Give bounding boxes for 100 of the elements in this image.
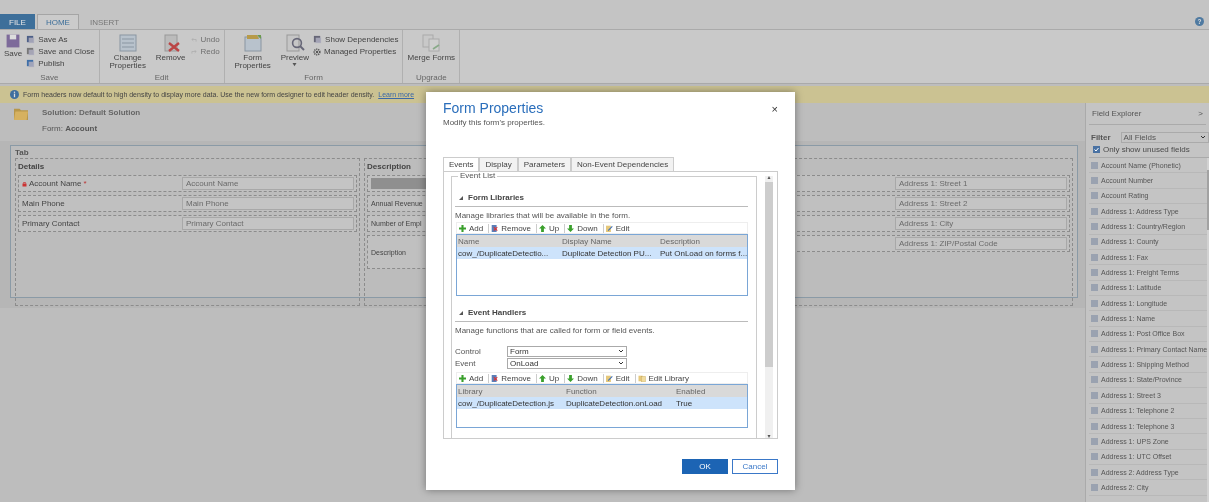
- table-cell-text: cow_/DuplicateDetectio...: [458, 248, 550, 258]
- filter-label: Filter: [1091, 133, 1111, 142]
- section-description: Manage libraries that will be available in the form.: [455, 211, 632, 220]
- form-name: Form: Account: [42, 124, 99, 133]
- ribbon-button[interactable]: Managed Properties: [313, 46, 399, 57]
- toolbar-button[interactable]: Remove: [489, 223, 538, 233]
- form-field-row[interactable]: Primary Contact Primary Contact: [18, 215, 357, 232]
- ribbon-button[interactable]: Change Properties: [103, 32, 152, 73]
- ribbon-button[interactable]: Save: [4, 32, 23, 73]
- toolbar-button[interactable]: Add: [457, 223, 490, 233]
- ribbon-button[interactable]: Merge Forms: [407, 32, 456, 73]
- ok-button[interactable]: OK: [682, 459, 728, 474]
- table-cell: Put OnLoad on forms f...: [660, 248, 748, 258]
- down-arrow-icon: [567, 374, 575, 382]
- form-field-row[interactable]: Main Phone Main Phone: [18, 195, 357, 212]
- column-header: Name: [458, 236, 481, 246]
- section-title: Form Libraries: [468, 193, 524, 202]
- cancel-button[interactable]: Cancel: [732, 459, 778, 474]
- group-label: Upgrade: [414, 73, 448, 83]
- dialog-title: Form Properties: [443, 100, 544, 116]
- group-label: Form: [303, 73, 324, 83]
- input-field[interactable]: Address 1: City: [895, 217, 1067, 230]
- remove-icon: [491, 374, 499, 382]
- control-dropdown[interactable]: Form: [507, 345, 627, 357]
- ribbon-button[interactable]: Save and Close: [26, 46, 95, 57]
- group-label: Save: [39, 73, 60, 83]
- toolbar-button[interactable]: Edit: [603, 373, 636, 383]
- section-description: Manage functions that are called for form or field events.: [455, 326, 656, 335]
- solution-name: Solution: Default Solution: [42, 108, 141, 117]
- ribbon-button[interactable]: Form Properties: [228, 32, 277, 73]
- field-label: Main Phone: [22, 199, 65, 208]
- collapse-button[interactable]: >: [1198, 109, 1203, 118]
- field-label: Event: [455, 358, 477, 368]
- toolbar-button[interactable]: Up: [537, 373, 566, 383]
- column-header: Library: [458, 386, 484, 396]
- up-arrow-icon: [539, 374, 547, 382]
- toolbar-button[interactable]: Remove: [489, 373, 538, 383]
- table-cell-text: DuplicateDetection.onLoad: [566, 398, 664, 408]
- form-icon: [117, 33, 138, 53]
- info-icon: [10, 90, 19, 99]
- panel-title: Field Explorer: [1092, 109, 1142, 118]
- plus-icon: [459, 374, 466, 382]
- edit-icon: [605, 374, 613, 382]
- toolbar-button[interactable]: Down: [565, 373, 604, 383]
- lock-icon: [22, 180, 27, 187]
- chevron-down-icon: [1200, 135, 1206, 140]
- gear-icon: [313, 47, 322, 56]
- group-label: Edit: [153, 73, 170, 83]
- ribbon-button[interactable]: Save As: [26, 34, 95, 45]
- scroll-down-icon: [767, 435, 772, 438]
- toolbar-button[interactable]: Add: [457, 373, 490, 383]
- folder-icon: [12, 106, 30, 120]
- ribbon-button[interactable]: Preview: [280, 32, 310, 73]
- field-label: Control: [455, 346, 482, 356]
- up-arrow-icon: [539, 224, 547, 232]
- redo-icon: [189, 48, 198, 55]
- ribbon-tab[interactable]: HOME: [36, 14, 79, 29]
- input-field[interactable]: Primary Contact: [182, 217, 354, 230]
- column-header: Display Name: [562, 236, 613, 246]
- check-icon: [1094, 147, 1099, 152]
- fieldset-legend: Event List: [458, 172, 498, 180]
- section-title: Event Handlers: [468, 308, 527, 317]
- checkbox[interactable]: [1093, 146, 1100, 153]
- table-cell-text: True: [676, 398, 694, 408]
- field-label: Primary Contact: [22, 219, 80, 228]
- toolbar-button[interactable]: Edit Library: [635, 373, 694, 383]
- input-field[interactable]: Address 1: Street 2: [895, 197, 1067, 210]
- column-header: Enabled: [676, 386, 707, 396]
- input-field[interactable]: Address 1: ZIP/Postal Code: [895, 237, 1067, 250]
- grid-row[interactable]: cow_/DuplicateDetectio... Duplicate Detection PU... Put OnLoad on forms f...: [457, 247, 748, 259]
- close-button[interactable]: ×: [771, 103, 778, 115]
- ribbon-button[interactable]: Remove: [155, 32, 186, 73]
- merge-forms-icon: [421, 33, 442, 53]
- field-icon: [1091, 177, 1098, 184]
- library-icon: [637, 374, 646, 382]
- toolbar-button[interactable]: Down: [565, 223, 604, 233]
- event-dropdown[interactable]: OnLoad: [507, 357, 627, 369]
- checkbox-label: Only show unused fields: [1103, 145, 1190, 154]
- form-field-row[interactable]: Account Name * Account Name: [18, 175, 357, 192]
- input-field[interactable]: Address 1: Street 1: [895, 177, 1067, 190]
- section-title: Details: [18, 162, 45, 172]
- column-header: Function: [566, 386, 598, 396]
- field-label: Account Name *: [22, 179, 87, 188]
- input-field[interactable]: Account Name: [182, 177, 354, 190]
- grid-row[interactable]: cow_/DuplicateDetection.js DuplicateDetection.onLoad True: [457, 397, 748, 409]
- ribbon-button[interactable]: Show Dependencies: [313, 34, 399, 45]
- toolbar-button[interactable]: Edit: [603, 223, 635, 233]
- magnifier-icon: [284, 33, 305, 53]
- column-header: Description: [660, 236, 701, 246]
- ribbon-button[interactable]: Publish: [26, 58, 95, 69]
- input-field[interactable]: Main Phone: [182, 197, 354, 210]
- ribbon-tab[interactable]: FILE: [0, 14, 35, 29]
- tab-label: Tab: [15, 148, 30, 158]
- down-arrow-icon: [567, 224, 575, 232]
- toolbar-button[interactable]: Up: [537, 223, 566, 233]
- filter-dropdown[interactable]: All Fields: [1120, 132, 1209, 143]
- undo-icon: [189, 36, 198, 43]
- form-icon: [242, 33, 263, 53]
- collapse-icon: [459, 195, 463, 200]
- collapse-icon: [459, 310, 463, 315]
